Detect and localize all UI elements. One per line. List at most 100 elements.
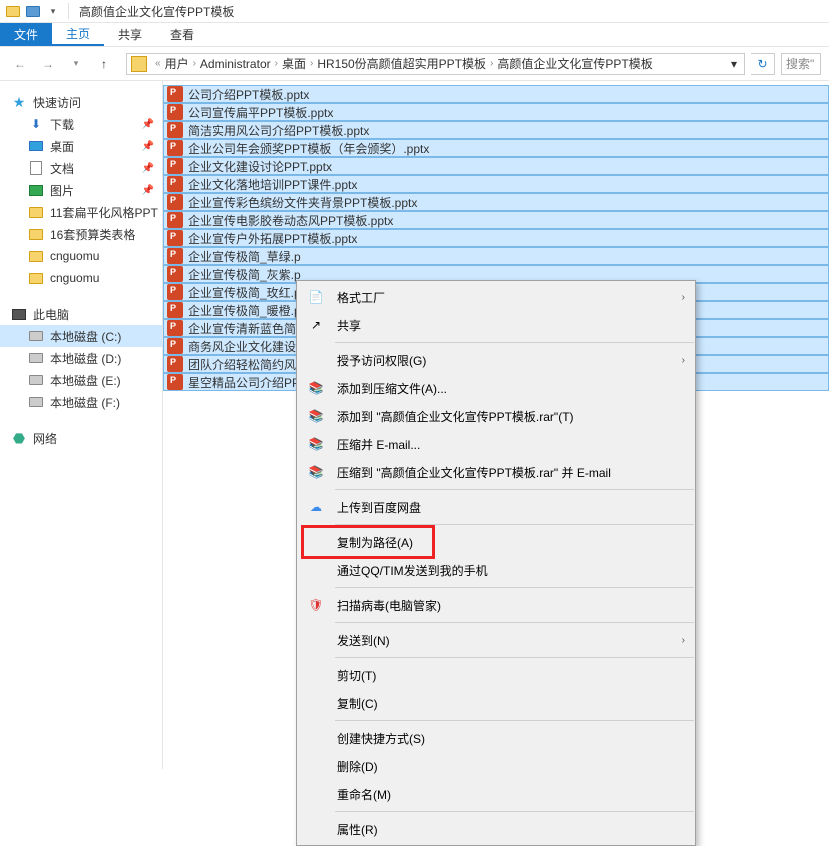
sidebar-disk-f[interactable]: 本地磁盘 (F:) — [0, 391, 162, 413]
menu-copy[interactable]: 复制(C) — [297, 689, 695, 717]
sidebar-folder[interactable]: 16套预算类表格 — [0, 223, 162, 245]
tab-file[interactable]: 文件 — [0, 23, 52, 46]
nav-back-button[interactable]: ← — [8, 52, 32, 76]
ribbon-tabs: 文件 主页 共享 查看 — [0, 23, 829, 47]
file-row[interactable]: 企业宣传电影胶卷动态风PPT模板.pptx — [163, 211, 829, 229]
sidebar-pictures[interactable]: 图片 📌 — [0, 179, 162, 201]
breadcrumb-item[interactable]: Administrator — [200, 57, 271, 71]
folder-icon — [28, 204, 44, 220]
powerpoint-icon — [167, 230, 183, 246]
title-bar: ▾ 高颜值企业文化宣传PPT模板 — [0, 0, 829, 23]
powerpoint-icon — [167, 374, 183, 390]
nav-up-button[interactable]: ↑ — [92, 52, 116, 76]
chevron-right-icon: › — [189, 58, 200, 69]
file-row[interactable]: 企业文化建设讨论PPT.pptx — [163, 157, 829, 175]
menu-compress-email[interactable]: 📚 压缩并 E-mail... — [297, 430, 695, 458]
file-row[interactable]: 公司介绍PPT模板.pptx — [163, 85, 829, 103]
qat-dropdown-icon[interactable]: ▾ — [44, 2, 62, 20]
sidebar-this-pc[interactable]: 此电脑 — [0, 303, 162, 325]
file-row[interactable]: 企业文化落地培训PPT课件.pptx — [163, 175, 829, 193]
file-name: 企业宣传极简_暖橙.p — [188, 302, 301, 319]
tab-share[interactable]: 共享 — [104, 23, 156, 46]
menu-rename[interactable]: 重命名(M) — [297, 780, 695, 808]
file-row[interactable]: 企业宣传户外拓展PPT模板.pptx — [163, 229, 829, 247]
file-row[interactable]: 企业宣传极简_草绿.p — [163, 247, 829, 265]
blank-icon — [305, 783, 327, 805]
chevron-right-icon: › — [682, 355, 685, 366]
disk-icon — [28, 328, 44, 344]
menu-grant-access[interactable]: 授予访问权限(G) › — [297, 346, 695, 374]
sidebar-folder[interactable]: cnguomu — [0, 267, 162, 289]
menu-copy-path[interactable]: 复制为路径(A) — [297, 528, 695, 556]
menu-cut[interactable]: 剪切(T) — [297, 661, 695, 689]
baidu-cloud-icon: ☁ — [305, 496, 327, 518]
chevron-right-icon: › — [271, 58, 282, 69]
sidebar-folder[interactable]: cnguomu — [0, 245, 162, 267]
winrar-icon: 📚 — [305, 405, 327, 427]
nav-forward-button[interactable]: → — [36, 52, 60, 76]
file-name: 企业文化建设讨论PPT.pptx — [188, 158, 332, 175]
breadcrumb[interactable]: « 用户 › Administrator › 桌面 › HR150份高颜值超实用… — [126, 53, 745, 75]
sidebar-downloads[interactable]: ⬇ 下载 📌 — [0, 113, 162, 135]
sidebar-documents[interactable]: 文档 📌 — [0, 157, 162, 179]
menu-send-to[interactable]: 发送到(N) › — [297, 626, 695, 654]
nav-recent-dropdown[interactable]: ▾ — [64, 52, 88, 76]
sidebar-folder[interactable]: 11套扁平化风格PPT — [0, 201, 162, 223]
breadcrumb-item[interactable]: HR150份高颜值超实用PPT模板 — [317, 55, 486, 72]
menu-properties[interactable]: 属性(R) — [297, 815, 695, 843]
context-menu: 📄 格式工厂 › ↗ 共享 授予访问权限(G) › 📚 添加到压缩文件(A)..… — [296, 280, 696, 846]
menu-add-to-archive[interactable]: 📚 添加到压缩文件(A)... — [297, 374, 695, 402]
file-name: 星空精品公司介绍PPT — [188, 374, 307, 391]
breadcrumb-item[interactable]: 桌面 — [282, 55, 306, 72]
sidebar-disk-e[interactable]: 本地磁盘 (E:) — [0, 369, 162, 391]
file-row[interactable]: 公司宣传扁平PPT模板.pptx — [163, 103, 829, 121]
menu-separator — [335, 720, 694, 721]
qat-item-icon[interactable] — [24, 2, 42, 20]
folder-icon — [28, 270, 44, 286]
menu-add-to-named[interactable]: 📚 添加到 "高颜值企业文化宣传PPT模板.rar"(T) — [297, 402, 695, 430]
menu-upload-baidu[interactable]: ☁ 上传到百度网盘 — [297, 493, 695, 521]
blank-icon — [305, 727, 327, 749]
powerpoint-icon — [167, 302, 183, 318]
pin-icon: 📌 — [142, 163, 154, 174]
tab-home[interactable]: 主页 — [52, 23, 104, 46]
menu-delete[interactable]: 删除(D) — [297, 752, 695, 780]
menu-format-factory[interactable]: 📄 格式工厂 › — [297, 283, 695, 311]
menu-compress-named-email[interactable]: 📚 压缩到 "高颜值企业文化宣传PPT模板.rar" 并 E-mail — [297, 458, 695, 486]
file-name: 简洁实用风公司介绍PPT模板.pptx — [188, 122, 369, 139]
sidebar-desktop[interactable]: 桌面 📌 — [0, 135, 162, 157]
file-row[interactable]: 简洁实用风公司介绍PPT模板.pptx — [163, 121, 829, 139]
file-row[interactable]: 企业公司年会颁奖PPT模板（年会颁奖）.pptx — [163, 139, 829, 157]
address-dropdown-icon[interactable]: ▾ — [728, 57, 740, 71]
disk-icon — [28, 394, 44, 410]
disk-icon — [28, 372, 44, 388]
tab-view[interactable]: 查看 — [156, 23, 208, 46]
window-title: 高颜值企业文化宣传PPT模板 — [79, 3, 234, 20]
breadcrumb-item[interactable]: 用户 — [165, 55, 189, 72]
file-name: 企业宣传极简_草绿.p — [188, 248, 301, 265]
file-name: 公司宣传扁平PPT模板.pptx — [188, 104, 333, 121]
file-row[interactable]: 企业宣传彩色缤纷文件夹背景PPT模板.pptx — [163, 193, 829, 211]
breadcrumb-item[interactable]: 高颜值企业文化宣传PPT模板 — [497, 55, 652, 72]
file-name: 企业宣传极简_灰紫.p — [188, 266, 301, 283]
powerpoint-icon — [167, 212, 183, 228]
blank-icon — [305, 559, 327, 581]
folder-icon — [28, 248, 44, 264]
sidebar-disk-c[interactable]: 本地磁盘 (C:) — [0, 325, 162, 347]
search-input[interactable]: 搜索" — [781, 53, 821, 75]
blank-icon — [305, 755, 327, 777]
blank-icon — [305, 349, 327, 371]
winrar-icon: 📚 — [305, 433, 327, 455]
menu-scan-virus[interactable]: 🛡 扫描病毒(电脑管家) — [297, 591, 695, 619]
refresh-button[interactable]: ↻ — [751, 53, 775, 75]
sidebar-quick-access[interactable]: ★ 快速访问 — [0, 91, 162, 113]
file-name: 企业宣传彩色缤纷文件夹背景PPT模板.pptx — [188, 194, 417, 211]
sidebar-network[interactable]: ⬣ 网络 — [0, 427, 162, 449]
menu-create-shortcut[interactable]: 创建快捷方式(S) — [297, 724, 695, 752]
file-name: 企业宣传电影胶卷动态风PPT模板.pptx — [188, 212, 393, 229]
chevron-right-icon: › — [486, 58, 497, 69]
menu-share[interactable]: ↗ 共享 — [297, 311, 695, 339]
menu-send-qq[interactable]: 通过QQ/TIM发送到我的手机 — [297, 556, 695, 584]
powerpoint-icon — [167, 122, 183, 138]
sidebar-disk-d[interactable]: 本地磁盘 (D:) — [0, 347, 162, 369]
